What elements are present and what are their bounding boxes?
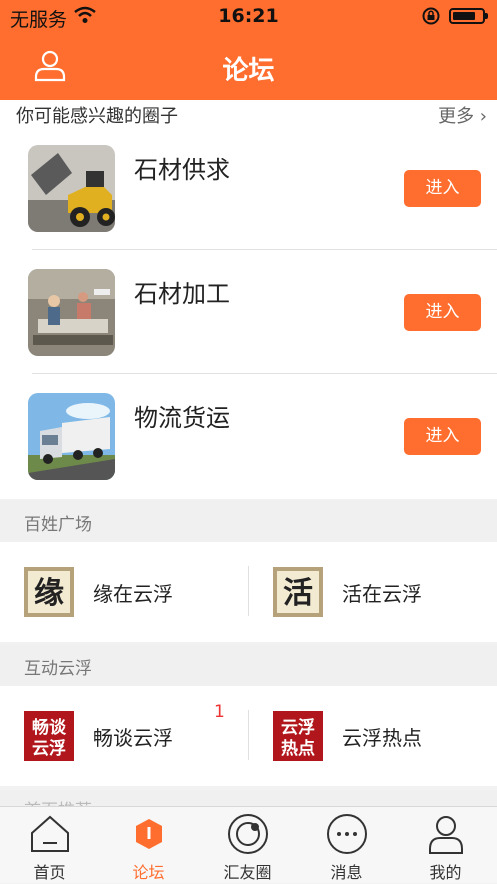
interest-list: 石材供求 进入 石材加工 进入 物流货运 进入 [0,128,497,499]
svg-text:畅谈: 畅谈 [32,717,67,738]
forum-icon [136,819,162,849]
tab-label: 论坛 [132,863,165,882]
more-link[interactable]: 更多 › [438,102,487,128]
list-item[interactable]: 石材加工 进入 [0,252,497,376]
svg-text:云浮: 云浮 [281,717,315,738]
interact-item-label: 畅谈云浮 [93,726,173,750]
tab-forum[interactable]: 论坛 [99,807,198,884]
interest-heading: 你可能感兴趣的圈子 [16,106,178,127]
tab-friends-circle[interactable]: 汇友圈 [198,807,297,884]
interact-grid: 畅谈 云浮 畅谈云浮 1 云浮 热点 云浮热点 [0,686,497,786]
circle-name: 石材加工 [134,280,230,308]
interest-header: 你可能感兴趣的圈子 更多 › [0,100,497,128]
enter-button[interactable]: 进入 [404,170,481,207]
calligraphy-yuan-icon: 缘 [24,567,74,617]
interact-item-redian[interactable]: 云浮 热点 云浮热点 [249,686,497,786]
svg-text:缘: 缘 [34,576,64,611]
list-item[interactable]: 物流货运 进入 [0,376,497,500]
plaza-section-title: 百姓广场 [0,500,497,542]
plaza-item-label: 缘在云浮 [93,582,173,606]
message-icon [327,814,367,854]
svg-text:活: 活 [283,576,313,611]
calligraphy-huo-icon: 活 [273,567,323,617]
redian-icon: 云浮 热点 [273,711,323,761]
interact-item-label: 云浮热点 [342,726,422,750]
unread-badge: 1 [214,702,225,722]
plaza-item-yuan[interactable]: 缘 缘在云浮 [0,542,248,642]
camera-icon [228,814,268,854]
rotation-lock-icon [421,6,441,30]
tab-home[interactable]: 首页 [0,807,99,884]
divider [32,373,497,374]
svg-text:云浮: 云浮 [32,738,66,759]
plaza-grid: 缘 缘在云浮 活 活在云浮 [0,542,497,642]
tab-profile[interactable]: 我的 [396,807,495,884]
tab-label: 汇友圈 [223,863,272,882]
page-title: 论坛 [222,56,275,86]
tab-bar: 首页 论坛 汇友圈 消息 我的 [0,806,497,883]
enter-button[interactable]: 进入 [404,294,481,331]
list-item[interactable]: 石材供求 进入 [0,128,497,252]
enter-button[interactable]: 进入 [404,418,481,455]
nav-bar: 论坛 [0,34,497,100]
tab-label: 消息 [330,863,363,882]
tab-label: 我的 [429,863,462,882]
home-icon [31,815,69,852]
logistics-thumbnail [28,393,115,480]
divider [32,249,497,250]
plaza-item-huo[interactable]: 活 活在云浮 [249,542,497,642]
status-bar: 无服务 16:21 [0,0,497,34]
circle-name: 石材供求 [134,156,230,184]
interact-item-changtan[interactable]: 畅谈 云浮 畅谈云浮 1 [0,686,248,786]
tab-messages[interactable]: 消息 [297,807,396,884]
plaza-item-label: 活在云浮 [342,582,422,606]
stone-processing-thumbnail [28,269,115,356]
plaza-title: 百姓广场 [24,515,92,535]
profile-icon [429,816,463,854]
circle-name: 物流货运 [134,404,230,432]
svg-text:热点: 热点 [281,738,315,759]
changtan-icon: 畅谈 云浮 [24,711,74,761]
tab-label: 首页 [33,863,66,882]
battery-icon [449,8,488,24]
stone-trade-thumbnail [28,145,115,232]
interact-section-title: 互动云浮 [0,644,497,686]
interact-title: 互动云浮 [24,659,92,679]
